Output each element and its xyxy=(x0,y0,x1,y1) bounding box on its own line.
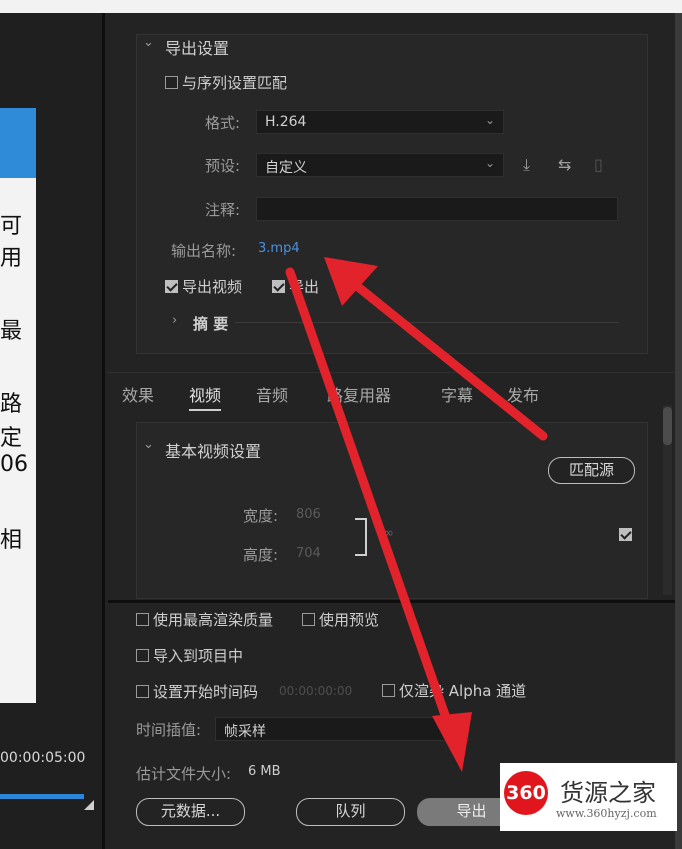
checkbox-label: 导出视频 xyxy=(182,278,243,296)
comment-input[interactable] xyxy=(256,197,618,221)
est-size-label: 估计文件大小: xyxy=(136,765,232,783)
tab-video[interactable]: 视频 xyxy=(189,382,222,411)
checkbox-box[interactable] xyxy=(136,613,149,626)
watermark-url: www.360hyzj.com xyxy=(556,807,657,820)
comment-label: 注释: xyxy=(205,201,241,219)
watermark-title: 货源之家 xyxy=(560,779,656,807)
tab-publish[interactable]: 发布 xyxy=(507,382,539,406)
section-title: 导出设置 xyxy=(165,39,230,58)
checkbox-box[interactable] xyxy=(382,684,395,697)
panel-divider-h[interactable] xyxy=(108,600,675,603)
format-select[interactable]: H.264 ⌄ xyxy=(256,110,504,134)
dialog-text: 定 xyxy=(0,426,23,451)
tab-captions[interactable]: 字幕 xyxy=(441,382,473,406)
dialog-text: 路 xyxy=(0,392,23,417)
checkbox-box[interactable] xyxy=(136,649,149,662)
output-name-link[interactable]: 3.mp4 xyxy=(258,241,300,256)
queue-button[interactable]: 队列 xyxy=(296,798,405,826)
match-sequence-checkbox[interactable]: 与序列设置匹配 xyxy=(165,72,287,93)
height-value[interactable]: 704 xyxy=(296,546,321,561)
metadata-button[interactable]: 元数据... xyxy=(136,798,245,826)
alpha-only-checkbox[interactable]: 仅渲染 Alpha 通道 xyxy=(382,680,526,701)
width-label: 宽度: xyxy=(243,507,279,525)
summary-heading[interactable]: 摘 要 xyxy=(193,313,228,334)
aspect-bracket xyxy=(355,518,367,556)
export-video-checkbox[interactable]: 导出视频 xyxy=(165,276,242,297)
timecode: 00:00:05:00 xyxy=(0,750,86,766)
checkbox-label: 导入到项目中 xyxy=(153,647,244,665)
checkbox-label: 与序列设置匹配 xyxy=(182,74,288,92)
checkbox-box[interactable] xyxy=(302,613,315,626)
format-value: H.264 xyxy=(265,114,307,130)
time-interp-label: 时间插值: xyxy=(136,721,202,739)
output-name-label: 输出名称: xyxy=(171,242,237,260)
tab-effects[interactable]: 效果 xyxy=(122,382,154,406)
top-bar xyxy=(0,0,682,13)
est-size-value: 6 MB xyxy=(248,764,281,779)
checkbox-label: 导出 xyxy=(289,278,320,296)
match-source-button[interactable]: 匹配源 xyxy=(548,457,635,484)
collapse-chevron-icon[interactable]: ⌄ xyxy=(143,35,154,50)
timeline-bar[interactable] xyxy=(0,794,84,799)
checkbox-label: 使用最高渲染质量 xyxy=(153,611,274,629)
dialog-text: 可 xyxy=(0,214,23,239)
expand-chevron-icon[interactable]: › xyxy=(172,313,177,328)
watermark-badge: 360 xyxy=(504,771,548,815)
scrollbar-thumb[interactable] xyxy=(663,407,672,445)
checkbox-label: 仅渲染 Alpha 通道 xyxy=(399,682,527,700)
summary-divider xyxy=(235,322,619,323)
chevron-down-icon: ⌄ xyxy=(484,156,495,170)
partial-dialog: 可 用 最 路 定 06 相 xyxy=(0,108,36,703)
section-title: 基本视频设置 xyxy=(165,442,262,461)
delete-preset-icon[interactable]: ▯ xyxy=(594,155,603,174)
watermark: 360 货源之家 www.360hyzj.com xyxy=(500,763,677,831)
dialog-title-bar xyxy=(0,108,36,178)
checkbox-box[interactable] xyxy=(272,280,285,293)
checkbox-box[interactable] xyxy=(136,685,149,698)
right-edge xyxy=(675,13,682,849)
tab-multiplexer[interactable]: 路复用器 xyxy=(327,382,391,406)
checkbox-box[interactable] xyxy=(165,280,178,293)
preset-value: 自定义 xyxy=(265,160,307,176)
chevron-down-icon: ⌄ xyxy=(484,113,495,127)
format-label: 格式: xyxy=(205,114,241,132)
dialog-text: 最 xyxy=(0,319,23,344)
dialog-text: 用 xyxy=(0,246,23,271)
link-icon[interactable]: ∞ xyxy=(383,526,394,541)
save-preset-icon[interactable]: ⤓ xyxy=(523,155,530,175)
import-project-checkbox[interactable]: 导入到项目中 xyxy=(136,645,243,666)
tabs-divider xyxy=(108,372,675,373)
playhead-marker[interactable] xyxy=(84,800,94,810)
checkbox-label: 使用预览 xyxy=(319,611,380,629)
tab-audio[interactable]: 音频 xyxy=(256,382,288,406)
collapse-chevron-icon[interactable]: ⌄ xyxy=(143,437,154,452)
panel-divider[interactable] xyxy=(102,13,105,849)
import-preset-icon[interactable]: ⇆ xyxy=(558,155,571,174)
height-label: 高度: xyxy=(243,546,279,564)
start-timecode-value[interactable]: 00:00:00:00 xyxy=(279,684,352,698)
use-preview-checkbox[interactable]: 使用预览 xyxy=(302,609,379,630)
width-value[interactable]: 806 xyxy=(296,507,321,522)
video-setting-checkbox[interactable] xyxy=(619,526,636,542)
dialog-text: 06 xyxy=(0,452,28,477)
export-audio-checkbox[interactable]: 导出 xyxy=(272,276,319,297)
dialog-text: 相 xyxy=(0,528,23,553)
start-timecode-checkbox[interactable]: 设置开始时间码 xyxy=(136,681,258,702)
max-render-checkbox[interactable]: 使用最高渲染质量 xyxy=(136,609,273,630)
checkbox-label: 设置开始时间码 xyxy=(153,683,259,701)
checkbox-box[interactable] xyxy=(165,76,178,89)
time-interp-select[interactable]: 帧采样 xyxy=(215,717,469,741)
checkbox-box[interactable] xyxy=(619,527,632,541)
preset-select[interactable]: 自定义 ⌄ xyxy=(256,153,504,177)
preset-label: 预设: xyxy=(205,157,241,175)
